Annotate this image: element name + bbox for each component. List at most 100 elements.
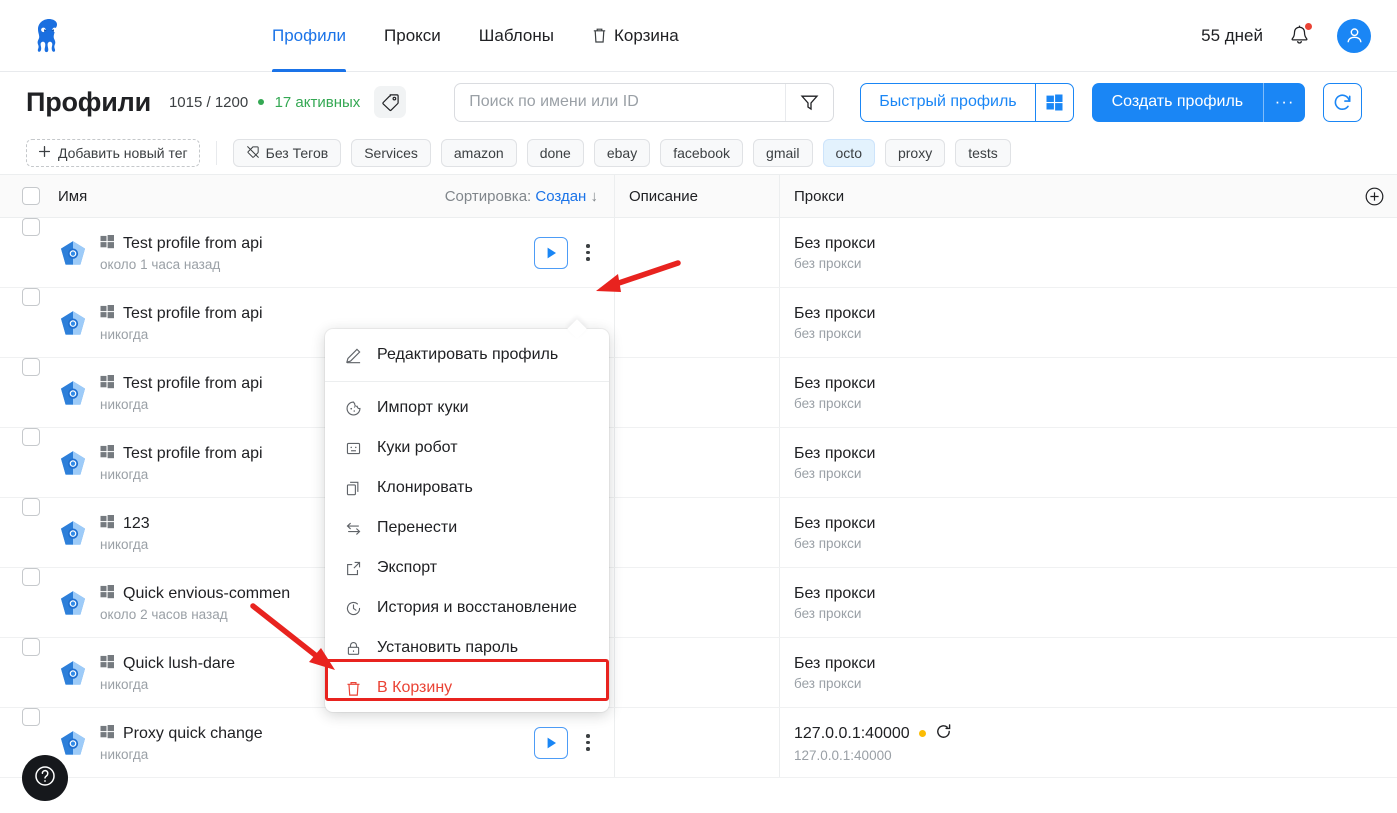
row-proxy-text: Без прокси без прокси (794, 445, 875, 481)
menu-item-move-to-trash[interactable]: В Корзину (325, 668, 609, 708)
table-row[interactable]: Test profile from api около 1 часа назад… (0, 218, 1397, 288)
table-row[interactable]: Test profile from api никогда Без прокси… (0, 288, 1397, 358)
row-checkbox[interactable] (22, 358, 40, 376)
row-proxy-sub: без прокси (794, 535, 862, 551)
tag-icon[interactable] (374, 86, 407, 118)
tag-chip-no-tags[interactable]: Без Тегов (232, 139, 342, 167)
row-checkbox[interactable] (22, 218, 40, 236)
row-proxy-label: Без прокси (794, 304, 876, 322)
quick-profile-button-group[interactable]: Быстрый профиль (860, 82, 1074, 122)
top-right-group: 55 дней (1201, 18, 1371, 53)
menu-item-import-cookies-label: Импорт куки (377, 399, 469, 416)
tag-chip-services[interactable]: Services (351, 139, 431, 167)
sort-value: Создан (535, 187, 587, 205)
column-header-description[interactable]: Описание (614, 175, 779, 217)
tag-chip-proxy[interactable]: proxy (884, 139, 946, 167)
tag-chip-done[interactable]: done (526, 139, 584, 167)
row-proxy-sub: без прокси (794, 255, 862, 271)
funnel-icon[interactable] (785, 83, 833, 121)
menu-item-edit-profile[interactable]: Редактировать профиль (325, 335, 609, 375)
row-proxy-label: Без прокси (794, 444, 876, 462)
add-new-tag-button[interactable]: Добавить новый тег (26, 139, 200, 167)
menu-item-edit-profile-label: Редактировать профиль (377, 346, 559, 363)
tag-chip-facebook[interactable]: facebook (660, 139, 744, 167)
row-checkbox[interactable] (22, 638, 40, 656)
create-profile-button[interactable]: Создать профиль (1092, 83, 1263, 122)
trash-icon (592, 27, 607, 44)
row-more-actions-button[interactable] (576, 727, 600, 759)
table-row[interactable]: Test profile from api никогда Без прокси… (0, 428, 1397, 498)
tag-chip-tests[interactable]: tests (955, 139, 1011, 167)
user-avatar-icon[interactable] (1337, 18, 1371, 53)
select-all-checkbox[interactable] (22, 187, 40, 205)
row-more-actions-button[interactable] (576, 237, 600, 269)
pencil-icon (343, 347, 363, 364)
row-description-cell (614, 568, 779, 637)
tag-chip-ebay[interactable]: ebay (593, 139, 651, 167)
refresh-icon[interactable] (1323, 82, 1363, 122)
row-proxy-cell: Без прокси без прокси (779, 428, 1397, 497)
tag-chip-octo[interactable]: octo (822, 139, 875, 167)
tag-chip-gmail[interactable]: gmail (753, 139, 813, 167)
row-checkbox[interactable] (22, 288, 40, 306)
column-header-proxy[interactable]: Прокси (779, 175, 1397, 217)
create-profile-button-group[interactable]: Создать профиль ··· (1091, 82, 1306, 122)
row-description-cell (614, 358, 779, 427)
column-header-name[interactable]: Имя Сортировка: Создан ↓ (44, 175, 614, 217)
help-button[interactable] (22, 755, 68, 801)
row-actions (534, 236, 614, 269)
row-last-run: никогда (100, 676, 149, 692)
menu-item-export[interactable]: Экспорт (325, 548, 609, 588)
row-checkbox[interactable] (22, 708, 40, 726)
menu-item-set-password[interactable]: Установить пароль (325, 628, 609, 668)
notification-bell-icon[interactable] (1289, 22, 1312, 48)
search-input[interactable] (455, 83, 786, 121)
column-header-proxy-label: Прокси (794, 187, 845, 205)
row-proxy-value: Без прокси (794, 235, 875, 253)
menu-item-transfer[interactable]: Перенести (325, 508, 609, 548)
launch-profile-button[interactable] (534, 726, 568, 759)
menu-item-history-restore[interactable]: История и восстановление (325, 588, 609, 628)
nav-item-templates[interactable]: Шаблоны (479, 0, 554, 72)
sort-control[interactable]: Сортировка: Создан ↓ (445, 188, 598, 205)
table-row[interactable]: Quick lush-dare никогда Без прокси без п… (0, 638, 1397, 708)
windows-icon (100, 724, 115, 744)
row-proxy-sub: 127.0.0.1:40000 (794, 747, 892, 763)
menu-item-import-cookies[interactable]: Импорт куки (325, 388, 609, 428)
octo-browser-logo-icon[interactable] (26, 13, 72, 59)
nav-item-trash[interactable]: Корзина (592, 0, 679, 72)
menu-item-cookie-robot[interactable]: Куки робот (325, 428, 609, 468)
windows-icon[interactable] (1034, 83, 1073, 121)
row-name-text: Test profile from api никогда (100, 374, 263, 412)
search-box[interactable] (454, 82, 835, 122)
table-row[interactable]: Proxy quick change никогда 127.0.0.1:400… (0, 708, 1397, 778)
menu-item-clone[interactable]: Клонировать (325, 468, 609, 508)
nav-item-trash-label: Корзина (613, 25, 679, 45)
notification-indicator-dot (1305, 22, 1312, 30)
days-left-label: 55 дней (1201, 25, 1263, 45)
menu-item-history-restore-label: История и восстановление (377, 599, 577, 616)
row-proxy-value: Без прокси (794, 305, 875, 323)
row-description-cell (614, 638, 779, 707)
proxy-refresh-icon[interactable] (935, 723, 952, 745)
row-checkbox[interactable] (22, 568, 40, 586)
launch-profile-button[interactable] (534, 236, 568, 269)
row-name: Test profile from api (100, 304, 263, 324)
row-checkbox[interactable] (22, 498, 40, 516)
table-row[interactable]: Quick envious-commen около 2 часов назад… (0, 568, 1397, 638)
table-row[interactable]: 123 никогда Без прокси без прокси (0, 498, 1397, 568)
tag-chip-amazon[interactable]: amazon (440, 139, 517, 167)
create-profile-more-button[interactable]: ··· (1263, 82, 1305, 122)
quick-profile-button[interactable]: Быстрый профиль (861, 84, 1034, 121)
menu-item-transfer-label: Перенести (377, 519, 458, 536)
row-description-cell (614, 218, 779, 287)
menu-item-move-to-trash-label: В Корзину (377, 679, 453, 696)
table-row[interactable]: Test profile from api никогда Без прокси… (0, 358, 1397, 428)
nav-item-proxies[interactable]: Прокси (384, 0, 441, 72)
plus-circle-icon[interactable] (1351, 186, 1397, 207)
copy-icon (343, 480, 363, 497)
tag-chip-label: tests (968, 145, 998, 161)
nav-item-profiles[interactable]: Профили (272, 0, 347, 72)
row-name: 123 (100, 514, 150, 534)
row-checkbox[interactable] (22, 428, 40, 446)
